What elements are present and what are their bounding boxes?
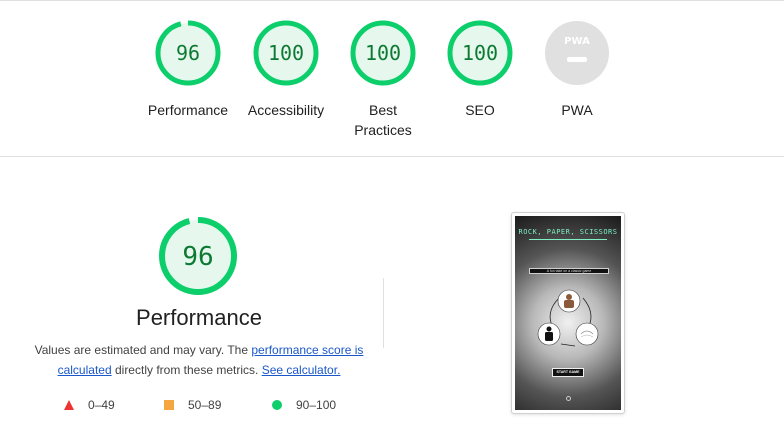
vertical-separator: [383, 278, 384, 348]
gauge-label: Performance: [147, 102, 229, 118]
seo-gauge-ring: 100: [447, 20, 513, 86]
gauge-label-line1: Best: [368, 102, 397, 118]
gauge-label: Accessibility: [247, 102, 325, 118]
gauge-label-line2: Practices: [354, 122, 412, 138]
screenshot-screen: ROCK, PAPER, SCISSORS A fun take on a cl…: [515, 216, 621, 410]
performance-description: Values are estimated and may vary. The p…: [30, 340, 368, 380]
score-gauges: 96 Performance 100 Accessibility 100 Bes…: [140, 20, 640, 150]
best-practices-gauge-ring: 100: [350, 20, 416, 86]
accessibility-gauge-ring: 100: [253, 20, 319, 86]
desc-text: directly from these metrics.: [111, 363, 262, 377]
gauge-score: 96: [176, 41, 200, 65]
legend-range: 90–100: [296, 398, 337, 412]
circle-icon: [272, 400, 282, 410]
legend-fail: 0–49: [64, 397, 115, 413]
rock-choice-icon: [557, 289, 581, 313]
legend-range: 50–89: [188, 398, 222, 412]
gauge-accessibility[interactable]: 100 Accessibility: [238, 20, 334, 120]
triangle-icon: [64, 400, 74, 410]
arrow-icon: [582, 297, 592, 327]
gauge-label: SEO: [465, 102, 495, 118]
desc-text: Values are estimated and may vary. The: [34, 343, 252, 357]
legend-range: 0–49: [88, 398, 115, 412]
section-divider: [0, 156, 784, 157]
square-icon: [164, 400, 174, 410]
paper-choice-icon: [575, 322, 599, 346]
gauge-seo[interactable]: 100 SEO: [432, 20, 528, 120]
see-calculator-link[interactable]: See calculator.: [262, 363, 341, 377]
performance-title: Performance: [136, 305, 262, 330]
loading-icon: [566, 396, 571, 401]
performance-gauge-ring: 96: [159, 217, 237, 295]
legend-average: 50–89: [164, 397, 221, 413]
pwa-badge-text: PWA: [564, 36, 590, 47]
performance-score: 96: [182, 242, 213, 272]
arrow-icon: [560, 343, 576, 347]
gauge-score: 100: [365, 41, 401, 65]
performance-gauge-ring: 96: [155, 20, 221, 86]
legend-pass: 90–100: [272, 397, 336, 413]
game-choices: [537, 289, 599, 347]
top-border: [0, 0, 784, 1]
gauge-score: 100: [268, 41, 304, 65]
final-screenshot[interactable]: ROCK, PAPER, SCISSORS A fun take on a cl…: [511, 212, 625, 414]
gauge-label: Best Practices: [335, 100, 431, 140]
pwa-badge-icon: PWA: [545, 21, 609, 85]
gauge-score: 100: [462, 41, 498, 65]
scissors-choice-icon: [537, 322, 561, 346]
performance-big-gauge: 96: [158, 216, 238, 301]
gauge-best-practices[interactable]: 100 Best Practices: [335, 20, 431, 140]
gauge-pwa[interactable]: PWA PWA: [529, 20, 625, 120]
gauge-label: PWA: [561, 102, 593, 118]
gauge-performance[interactable]: 96 Performance: [140, 20, 236, 120]
start-game-button: START GAME: [552, 368, 584, 377]
